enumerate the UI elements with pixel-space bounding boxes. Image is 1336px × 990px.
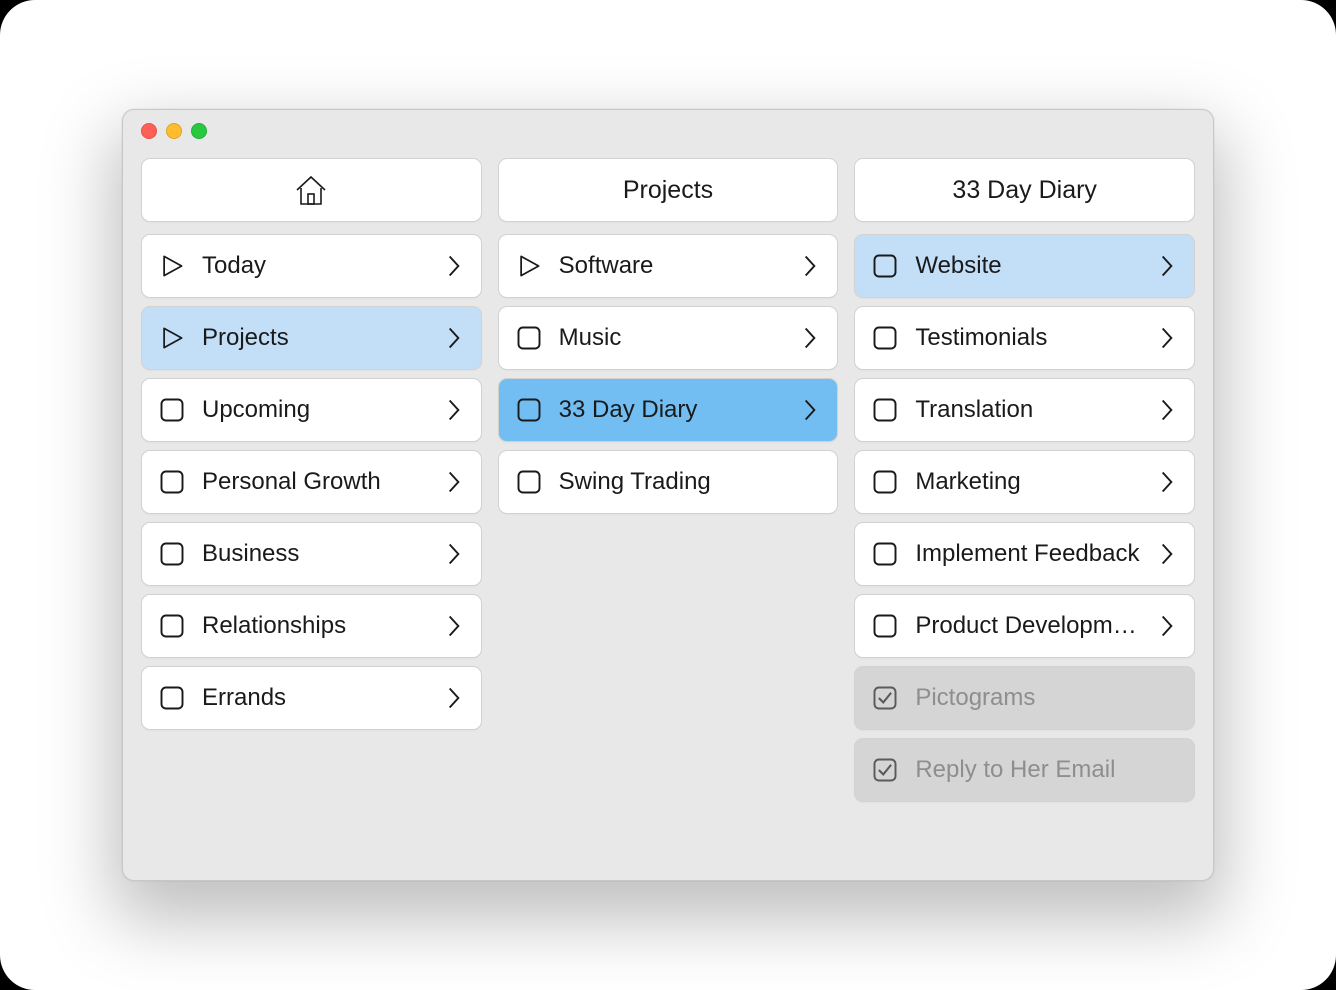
checked-box-icon [869,682,901,714]
item-33-day-diary[interactable]: 33 Day Diary [498,378,839,442]
item-label: Today [202,252,429,280]
item-marketing[interactable]: Marketing [854,450,1195,514]
zoom-button[interactable] [191,123,207,139]
play-icon [156,322,188,354]
item-relationships[interactable]: Relationships [141,594,482,658]
item-swing-trading[interactable]: Swing Trading [498,450,839,514]
list-projects: Software Music 33 Day Diary [498,234,839,514]
chevron-right-icon [1156,611,1178,641]
item-label: Software [559,252,786,280]
item-label: 33 Day Diary [559,396,786,424]
chevron-right-icon [1156,323,1178,353]
chevron-right-icon [443,251,465,281]
minimize-button[interactable] [166,123,182,139]
list-home: Today Projects Upcoming [141,234,482,730]
item-label: Personal Growth [202,468,429,496]
item-label: Music [559,324,786,352]
column-header-33-day-diary[interactable]: 33 Day Diary [854,158,1195,222]
item-pictograms[interactable]: Pictograms [854,666,1195,730]
item-product-development[interactable]: Product Development [854,594,1195,658]
item-reply-to-her-email[interactable]: Reply to Her Email [854,738,1195,802]
window-titlebar [123,110,1213,152]
item-label: Translation [915,396,1142,424]
item-website[interactable]: Website [854,234,1195,298]
chevron-right-icon [443,683,465,713]
chevron-right-icon [1156,395,1178,425]
box-icon [869,610,901,642]
chevron-right-icon [443,539,465,569]
app-window: Today Projects Upcoming [122,109,1214,881]
play-icon [513,250,545,282]
box-icon [156,394,188,426]
columns-container: Today Projects Upcoming [123,152,1213,880]
chevron-right-icon [443,323,465,353]
chevron-right-icon [1156,467,1178,497]
item-label: Implement Feedback [915,540,1142,568]
checked-box-icon [869,754,901,786]
item-label: Upcoming [202,396,429,424]
item-label: Marketing [915,468,1142,496]
box-icon [156,682,188,714]
item-label: Errands [202,684,429,712]
item-label: Testimonials [915,324,1142,352]
chevron-right-icon [799,323,821,353]
item-label: Business [202,540,429,568]
box-icon [513,322,545,354]
column-home: Today Projects Upcoming [141,158,482,860]
item-label: Reply to Her Email [915,756,1178,784]
close-button[interactable] [141,123,157,139]
home-icon [291,170,331,210]
box-icon [869,394,901,426]
chevron-right-icon [1156,539,1178,569]
box-icon [869,466,901,498]
item-label: Website [915,252,1142,280]
item-projects[interactable]: Projects [141,306,482,370]
box-icon [869,250,901,282]
column-projects: Projects Software Music [498,158,839,860]
play-icon [156,250,188,282]
item-label: Relationships [202,612,429,640]
chevron-right-icon [799,395,821,425]
item-implement-feedback[interactable]: Implement Feedback [854,522,1195,586]
box-icon [513,394,545,426]
item-upcoming[interactable]: Upcoming [141,378,482,442]
box-icon [156,610,188,642]
box-icon [513,466,545,498]
chevron-right-icon [443,611,465,641]
item-label: Swing Trading [559,468,822,496]
box-icon [869,538,901,570]
box-icon [156,466,188,498]
item-label: Pictograms [915,684,1178,712]
chevron-right-icon [1156,251,1178,281]
column-header-33-day-diary-label: 33 Day Diary [952,176,1097,205]
item-label: Product Development [915,612,1142,640]
item-translation[interactable]: Translation [854,378,1195,442]
item-software[interactable]: Software [498,234,839,298]
item-label: Projects [202,324,429,352]
column-header-projects-label: Projects [623,176,713,205]
item-today[interactable]: Today [141,234,482,298]
item-business[interactable]: Business [141,522,482,586]
item-music[interactable]: Music [498,306,839,370]
column-header-projects[interactable]: Projects [498,158,839,222]
list-33-day-diary: Website Testimonials Translation [854,234,1195,802]
item-errands[interactable]: Errands [141,666,482,730]
chevron-right-icon [443,395,465,425]
chevron-right-icon [443,467,465,497]
column-33-day-diary: 33 Day Diary Website Testimonials [854,158,1195,860]
chevron-right-icon [799,251,821,281]
column-header-home[interactable] [141,158,482,222]
box-icon [156,538,188,570]
item-testimonials[interactable]: Testimonials [854,306,1195,370]
item-personal-growth[interactable]: Personal Growth [141,450,482,514]
box-icon [869,322,901,354]
